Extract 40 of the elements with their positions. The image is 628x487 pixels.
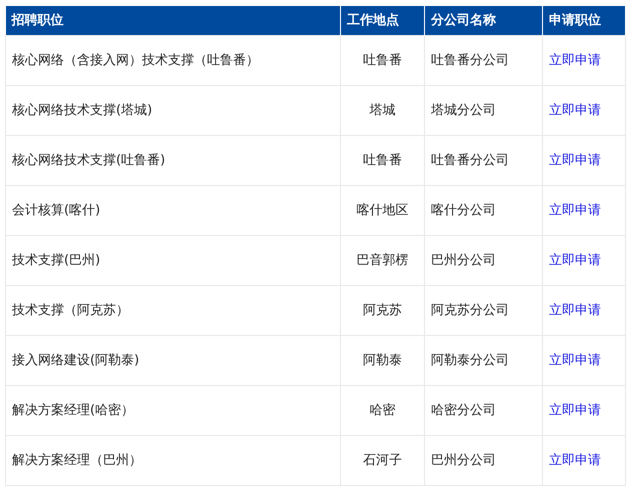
apply-link[interactable]: 立即申请 [549,103,601,118]
branch-cell: 吐鲁番分公司 [424,135,542,185]
position-cell: 技术支撑(巴州) [6,235,340,285]
location-cell: 哈密 [340,385,424,435]
apply-link[interactable]: 立即申请 [549,203,601,218]
location-cell: 吐鲁番 [340,35,424,85]
position-cell: 解决方案经理（巴州） [6,435,340,485]
branch-cell: 吐鲁番分公司 [424,35,542,85]
location-cell: 石河子 [340,435,424,485]
branch-cell: 阿勒泰分公司 [424,335,542,385]
apply-link[interactable]: 立即申请 [549,253,601,268]
column-header: 分公司名称 [424,6,542,35]
apply-link[interactable]: 立即申请 [549,403,601,418]
position-cell: 解决方案经理(哈密） [6,385,340,435]
apply-link[interactable]: 立即申请 [549,153,601,168]
position-cell: 核心网络技术支撑(塔城) [6,85,340,135]
branch-cell: 巴州分公司 [424,235,542,285]
location-cell: 阿勒泰 [340,335,424,385]
position-cell: 技术支撑（阿克苏） [6,285,340,335]
apply-link[interactable]: 立即申请 [549,453,601,468]
position-cell: 核心网络技术支撑(吐鲁番) [6,135,340,185]
branch-cell: 哈密分公司 [424,385,542,435]
position-cell: 接入网络建设(阿勒泰) [6,335,340,385]
branch-cell: 阿克苏分公司 [424,285,542,335]
column-header: 招聘职位 [6,6,340,35]
apply-link[interactable]: 立即申请 [549,53,601,68]
branch-cell: 塔城分公司 [424,85,542,135]
location-cell: 巴音郭楞 [340,235,424,285]
apply-link[interactable]: 立即申请 [549,353,601,368]
location-cell: 塔城 [340,85,424,135]
position-cell: 会计核算(喀什) [6,185,340,235]
position-cell: 核心网络（含接入网）技术支撑（吐鲁番） [6,35,340,85]
location-cell: 阿克苏 [340,285,424,335]
location-cell: 喀什地区 [340,185,424,235]
apply-link[interactable]: 立即申请 [549,303,601,318]
column-header: 申请职位 [542,6,626,35]
location-cell: 吐鲁番 [340,135,424,185]
column-header: 工作地点 [340,6,424,35]
branch-cell: 巴州分公司 [424,435,542,485]
branch-cell: 喀什分公司 [424,185,542,235]
